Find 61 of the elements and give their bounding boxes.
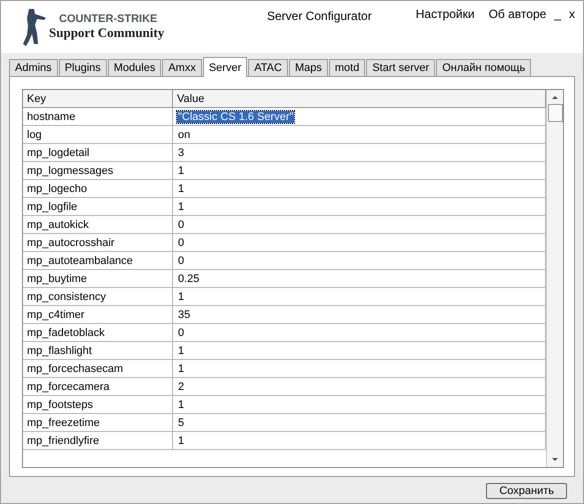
tab[interactable]: Start server <box>366 59 436 76</box>
table-cell: 1 <box>177 362 186 374</box>
column-header[interactable]: Key <box>23 90 173 108</box>
table-cell: mp_fadetoblack <box>23 324 173 342</box>
table-cell: mp_friendlyfire <box>23 432 173 450</box>
table-cell: on <box>177 128 192 140</box>
table-cell: mp_logmessages <box>23 162 173 180</box>
table-cell: 2 <box>177 380 186 392</box>
tab[interactable]: Plugins <box>58 59 107 76</box>
logo-title: COUNTER-STRIKE <box>58 13 158 25</box>
table-cell: 5 <box>177 416 186 428</box>
table-cell: mp_logecho <box>23 180 173 198</box>
table-cell: mp_forcecamera <box>23 378 173 396</box>
logo-subtitle: Support Community <box>49 25 164 41</box>
table-cell: mp_c4timer <box>23 306 173 324</box>
save-button[interactable]: Сохранить <box>486 483 567 499</box>
tab[interactable]: Maps <box>288 59 328 76</box>
table-cell: 1 <box>177 434 186 446</box>
tab[interactable]: Modules <box>108 59 162 76</box>
column-header[interactable]: Value <box>173 90 546 108</box>
table-cell: mp_freezetime <box>23 414 173 432</box>
tab[interactable]: Онлайн помощь <box>436 59 532 76</box>
table-cell: 0 <box>177 254 186 266</box>
tab[interactable]: Server <box>202 57 248 77</box>
table-cell: 1 <box>177 398 186 410</box>
table-cell: hostname <box>23 108 173 126</box>
table-cell: 0 <box>177 236 186 248</box>
table-cell: log <box>23 126 173 144</box>
table-cell: 1 <box>177 290 186 302</box>
table-cell: 0.25 <box>177 272 200 284</box>
tab[interactable]: motd <box>328 59 366 76</box>
table-cell: 1 <box>177 200 186 212</box>
menu-item[interactable]: Об авторе <box>488 7 546 21</box>
window-title: Server Configurator <box>267 9 373 23</box>
scrollbar[interactable] <box>546 90 563 467</box>
table-cell: mp_forcechasecam <box>23 360 173 378</box>
table-cell: mp_autocrosshair <box>23 234 173 252</box>
table-cell: mp_autoteambalance <box>23 252 173 270</box>
table-cell: 1 <box>177 182 186 194</box>
table-cell: 1 <box>177 164 186 176</box>
tab[interactable]: ATAC <box>248 59 288 76</box>
table-cell: mp_flashlight <box>23 342 173 360</box>
soldier-figure-icon <box>21 7 47 47</box>
table-cell: 3 <box>177 146 186 158</box>
table-cell: mp_buytime <box>23 270 173 288</box>
table-cell: mp_logfile <box>23 198 173 216</box>
tab[interactable]: Amxx <box>162 59 202 76</box>
table-cell: "Classic CS 1.6 Server" <box>177 110 294 122</box>
table-cell: 35 <box>177 308 192 320</box>
table-cell: mp_logdetail <box>23 144 173 162</box>
menu-item[interactable]: Настройки <box>416 7 475 21</box>
table-cell: mp_consistency <box>23 288 173 306</box>
scroll-thumb[interactable] <box>548 104 562 122</box>
table-cell: 0 <box>177 326 186 338</box>
table-cell: mp_footsteps <box>23 396 173 414</box>
table-cell: mp_autokick <box>23 216 173 234</box>
tab[interactable]: Admins <box>9 59 58 76</box>
minimize-button[interactable]: _ <box>554 7 561 21</box>
close-button[interactable]: x <box>569 7 575 21</box>
table-cell: 1 <box>177 344 186 356</box>
table-cell: 0 <box>177 218 186 230</box>
